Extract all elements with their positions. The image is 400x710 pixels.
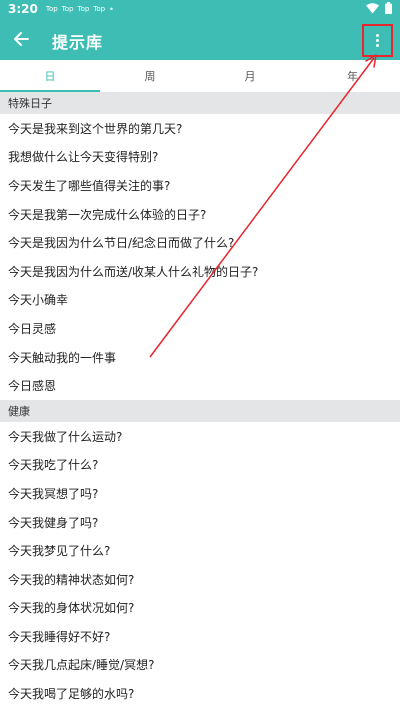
list-item[interactable]: 今天我健身了吗? <box>0 508 400 537</box>
page-title: 提示库 <box>52 33 104 52</box>
section-header-health: 健康 <box>0 399 400 422</box>
prompt-list: 特殊日子 今天是我来到这个世界的第几天? 我想做什么让今天变得特别? 今天发生了… <box>0 92 400 708</box>
wifi-icon <box>366 2 379 13</box>
list-item[interactable]: 今天我喝了足够的水吗? <box>0 679 400 708</box>
section-header-special-days: 特殊日子 <box>0 92 400 114</box>
list-item[interactable]: 今天我做了什么运动? <box>0 422 400 451</box>
more-options-button[interactable] <box>365 26 389 54</box>
arrow-left-icon <box>14 32 29 46</box>
status-bar: 3:20 Top Top Top Top • <box>0 0 400 18</box>
status-app-icon: Top <box>45 5 58 13</box>
list-item[interactable]: 今天我几点起床/睡觉/冥想? <box>0 651 400 680</box>
list-item[interactable]: 今天是我因为什么而送/收某人什么礼物的日子? <box>0 257 400 286</box>
tab-month[interactable]: 月 <box>200 60 300 92</box>
list-item[interactable]: 今天我吃了什么? <box>0 451 400 480</box>
tab-day[interactable]: 日 <box>0 60 100 92</box>
screen: 3:20 Top Top Top Top • 提示库 日 周 月 年 特殊日子 … <box>0 0 400 710</box>
list-item[interactable]: 我想做什么让今天变得特别? <box>0 143 400 172</box>
period-tabs: 日 周 月 年 <box>0 60 400 92</box>
battery-icon <box>385 2 392 14</box>
list-item[interactable]: 今天是我来到这个世界的第几天? <box>0 114 400 143</box>
app-bar: 提示库 <box>0 18 400 60</box>
tab-year[interactable]: 年 <box>300 60 400 92</box>
status-right <box>366 2 392 14</box>
status-app-icons: Top Top Top Top <box>46 5 105 13</box>
status-app-icon: Top <box>61 5 74 13</box>
back-button[interactable] <box>8 26 34 52</box>
status-notification-dot: • <box>109 4 114 14</box>
list-item[interactable]: 今日灵感 <box>0 314 400 343</box>
list-item[interactable]: 今天我梦见了什么? <box>0 536 400 565</box>
status-time: 3:20 <box>8 2 38 16</box>
status-app-icon: Top <box>93 5 106 13</box>
list-item[interactable]: 今日感恩 <box>0 371 400 400</box>
list-item[interactable]: 今天我睡得好不好? <box>0 622 400 651</box>
list-item[interactable]: 今天我的精神状态如何? <box>0 565 400 594</box>
status-app-icon: Top <box>77 5 90 13</box>
more-vertical-icon <box>375 33 379 47</box>
list-item[interactable]: 今天发生了哪些值得关注的事? <box>0 171 400 200</box>
list-item[interactable]: 今天触动我的一件事 <box>0 343 400 372</box>
list-item[interactable]: 今天我的身体状况如何? <box>0 594 400 623</box>
list-item[interactable]: 今天是我因为什么节日/纪念日而做了什么? <box>0 228 400 257</box>
tab-week[interactable]: 周 <box>100 60 200 92</box>
list-item[interactable]: 今天是我第一次完成什么体验的日子? <box>0 200 400 229</box>
list-item[interactable]: 今天小确幸 <box>0 286 400 315</box>
list-item[interactable]: 今天我冥想了吗? <box>0 479 400 508</box>
